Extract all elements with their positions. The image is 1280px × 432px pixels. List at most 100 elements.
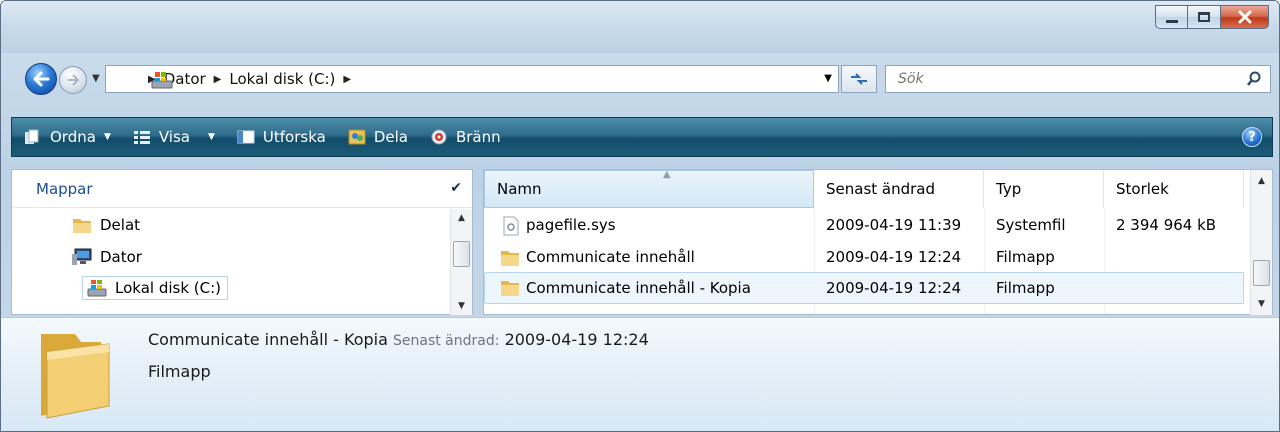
caption-buttons [1155, 5, 1269, 29]
recent-pages-dropdown[interactable]: ▼ [92, 73, 100, 84]
details-modified-value: 2009-04-19 12:24 [504, 330, 649, 349]
folders-pane: Mappar ✔ Delat Dator Lokal disk (C:) ▲ ▼ [11, 169, 473, 315]
help-icon: ? [1248, 129, 1256, 145]
drive-icon [151, 70, 173, 89]
chevron-down-icon[interactable]: ✔ [450, 180, 462, 196]
breadcrumb-separator[interactable]: ▶ [214, 74, 222, 85]
share-label: Dela [373, 128, 408, 146]
scroll-up-arrow-icon[interactable]: ▲ [451, 213, 472, 223]
chevron-down-icon: ▼ [207, 132, 215, 142]
file-modified: 2009-04-19 12:24 [826, 248, 962, 266]
search-icon[interactable] [1246, 71, 1262, 87]
column-header-label: Typ [996, 180, 1022, 198]
column-header-modified[interactable]: Senast ändrad [814, 170, 984, 208]
table-row[interactable]: pagefile.sys 2009-04-19 11:39 Systemfil … [484, 210, 1244, 242]
scroll-up-arrow-icon[interactable]: ▲ [1251, 176, 1272, 186]
breadcrumb-separator[interactable]: ▶ [343, 74, 351, 85]
details-pane: Communicate innehåll - Kopia Senast ändr… [1, 317, 1279, 431]
burn-button[interactable]: Bränn [430, 128, 501, 146]
file-list: ▲ Namn Senast ändrad Typ Storlek pagefil… [483, 169, 1273, 315]
file-list-scrollbar[interactable]: ▲ ▼ [1250, 170, 1272, 315]
organize-button[interactable]: Ordna ▼ [24, 128, 111, 146]
minimize-icon [1165, 19, 1178, 23]
column-header-label: Senast ändrad [826, 180, 936, 198]
computer-icon [72, 248, 92, 265]
folder-icon [501, 251, 519, 266]
minimize-button[interactable] [1155, 5, 1187, 29]
tree-item-local-disk[interactable]: Lokal disk (C:) [82, 276, 229, 300]
details-line-1: Communicate innehåll - Kopia Senast ändr… [148, 330, 649, 349]
burn-icon [431, 129, 447, 145]
explore-button[interactable]: Utforska [237, 128, 326, 146]
column-header-size[interactable]: Storlek [1104, 170, 1244, 208]
large-folder-icon [41, 334, 110, 419]
views-icon [133, 131, 150, 144]
close-button[interactable] [1221, 5, 1269, 29]
burn-label: Bränn [455, 128, 501, 146]
tree-item-label: Lokal disk (C:) [115, 279, 222, 297]
views-button[interactable]: Visa ▼ [133, 128, 215, 146]
tree-item-shared[interactable]: Delat [72, 216, 140, 234]
column-header-type[interactable]: Typ [984, 170, 1104, 208]
tree-item-label: Delat [100, 216, 141, 234]
file-name: Communicate innehåll - Kopia [526, 279, 751, 297]
file-name: pagefile.sys [526, 216, 616, 234]
search-input[interactable] [898, 71, 1238, 87]
breadcrumb-item-local-disk[interactable]: Lokal disk (C:) [229, 70, 335, 88]
help-button[interactable]: ? [1242, 127, 1262, 147]
column-header-label: Namn [497, 180, 542, 198]
share-button[interactable]: Dela [348, 128, 408, 146]
file-modified: 2009-04-19 12:24 [826, 279, 962, 297]
details-file-name: Communicate innehåll - Kopia [148, 330, 388, 349]
table-row-selected[interactable]: Communicate innehåll - Kopia 2009-04-19 … [484, 272, 1244, 304]
address-dropdown-button[interactable]: ▼ [824, 73, 832, 84]
forward-button[interactable] [59, 66, 87, 94]
tree-item-label: Dator [100, 248, 142, 266]
explorer-window: ▼ ▶ Dator ▶ Lokal disk (C:) ▶ ▼ Ordna [0, 0, 1280, 432]
navigation-row: ▼ ▶ Dator ▶ Lokal disk (C:) ▶ ▼ [1, 59, 1279, 99]
address-bar[interactable]: ▶ Dator ▶ Lokal disk (C:) ▶ ▼ [105, 65, 839, 93]
column-header-label: Storlek [1116, 180, 1169, 198]
drive-icon [87, 280, 107, 297]
folder-icon [73, 219, 91, 233]
file-size: 2 394 964 kB [1116, 216, 1217, 234]
details-file-type: Filmapp [148, 362, 211, 381]
file-modified: 2009-04-19 11:39 [826, 216, 962, 234]
scrollbar-thumb[interactable] [453, 241, 470, 267]
explore-label: Utforska [262, 128, 326, 146]
folder-icon [501, 281, 519, 296]
organize-label: Ordna [50, 128, 96, 146]
maximize-button[interactable] [1187, 5, 1221, 29]
command-bar: Ordna ▼ Visa ▼ Utforska Dela Bränn ? [11, 117, 1273, 157]
scroll-down-arrow-icon[interactable]: ▼ [451, 301, 472, 311]
table-row[interactable]: Communicate innehåll 2009-04-19 12:24 Fi… [484, 242, 1244, 274]
file-type: Filmapp [996, 248, 1055, 266]
folders-scrollbar[interactable]: ▲ ▼ [450, 209, 472, 315]
file-type: Filmapp [996, 279, 1055, 297]
back-arrow-icon [33, 71, 50, 87]
chevron-down-icon: ▼ [103, 132, 111, 142]
details-modified-label: Senast ändrad: [393, 333, 500, 349]
scroll-down-arrow-icon[interactable]: ▼ [1251, 299, 1272, 309]
scrollbar-thumb[interactable] [1253, 260, 1270, 286]
share-icon [348, 129, 366, 145]
file-name: Communicate innehåll [526, 248, 695, 266]
forward-arrow-icon [68, 74, 80, 86]
refresh-icon [851, 73, 867, 85]
search-box[interactable] [885, 65, 1271, 93]
sort-ascending-icon: ▲ [663, 169, 671, 180]
views-label: Visa [158, 128, 190, 146]
file-type: Systemfil [996, 216, 1066, 234]
title-bar[interactable] [1, 1, 1279, 53]
refresh-button[interactable] [841, 65, 877, 93]
folders-header[interactable]: Mappar ✔ [12, 170, 472, 208]
maximize-icon [1198, 12, 1210, 22]
organize-icon [25, 129, 39, 144]
column-header-name[interactable]: ▲ Namn [484, 169, 814, 208]
explore-icon [237, 130, 255, 144]
folders-header-label: Mappar [36, 179, 93, 198]
back-button[interactable] [25, 63, 57, 95]
close-icon [1238, 10, 1251, 24]
system-file-icon [503, 216, 519, 236]
tree-item-computer[interactable]: Dator [72, 248, 142, 266]
